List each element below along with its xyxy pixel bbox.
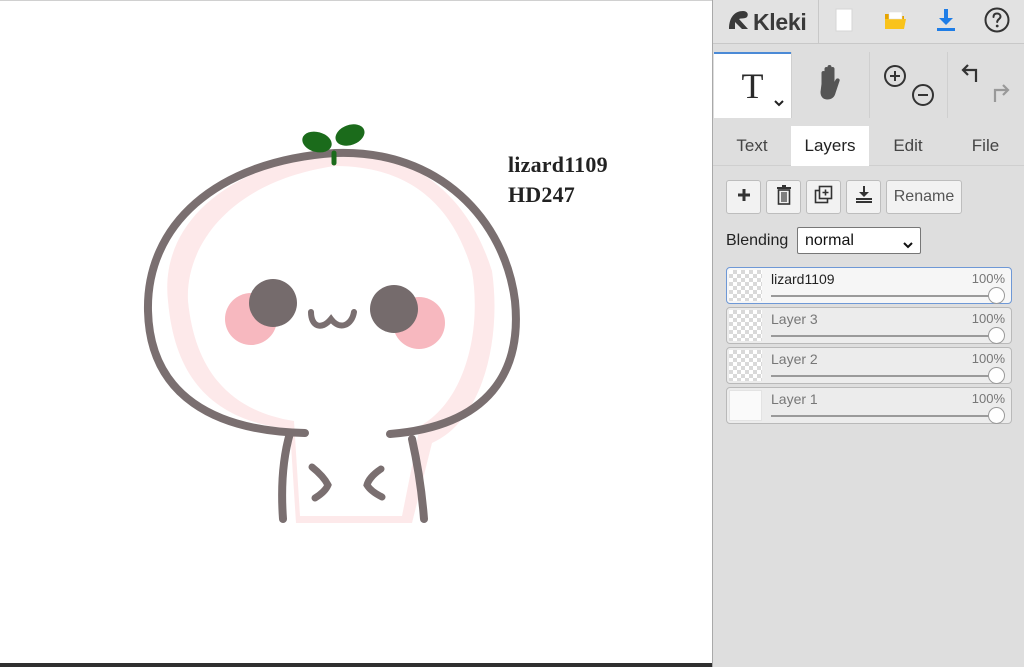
new-image-icon <box>834 8 854 37</box>
delete-layer-button[interactable] <box>766 180 801 214</box>
duplicate-layer-icon <box>814 185 834 210</box>
zoom-tool <box>870 52 947 118</box>
add-layer-icon <box>736 187 752 208</box>
redo-icon[interactable] <box>988 82 1012 111</box>
duplicate-layer-button[interactable] <box>806 180 841 214</box>
hand-tool-button[interactable] <box>792 52 869 118</box>
zoom-in-icon[interactable] <box>883 64 907 93</box>
tool-row: T <box>713 52 1024 118</box>
layer-item-layer-3[interactable]: Layer 3 100% <box>726 307 1012 344</box>
kleki-logo-icon <box>725 7 751 38</box>
opacity-slider-handle[interactable] <box>988 407 1005 424</box>
opacity-slider-handle[interactable] <box>988 327 1005 344</box>
layer-item-layer-1[interactable]: Layer 1 100% <box>726 387 1012 424</box>
layer-opacity-value: 100% <box>971 271 1005 286</box>
canvas-text-line-2: HD247 <box>508 182 575 207</box>
opacity-slider-track[interactable] <box>771 335 1003 337</box>
layer-thumbnail <box>729 310 762 341</box>
layer-thumbnail <box>729 390 762 421</box>
panel-tabs: Text Layers Edit File <box>713 126 1024 166</box>
add-layer-button[interactable] <box>726 180 761 214</box>
blending-mode-value: normal <box>805 231 854 249</box>
chevron-down-icon[interactable] <box>773 94 785 112</box>
opacity-slider-handle[interactable] <box>988 367 1005 384</box>
merge-down-button[interactable] <box>846 180 881 214</box>
layer-name: Layer 3 <box>771 311 818 327</box>
blending-label: Blending <box>726 232 789 249</box>
layer-item-layer-2[interactable]: Layer 2 100% <box>726 347 1012 384</box>
canvas-text-layer[interactable]: lizard1109 HD247 <box>508 150 608 210</box>
sidebar: Kleki T Text Layers Edit File Rename Ble… <box>712 0 1024 667</box>
open-folder-icon <box>882 8 908 37</box>
text-tool-button[interactable]: T <box>714 52 791 118</box>
delete-layer-icon <box>775 184 793 210</box>
layer-opacity-value: 100% <box>971 391 1005 406</box>
topbar-divider <box>818 0 819 44</box>
merge-down-icon <box>854 185 874 210</box>
bottom-strip <box>0 663 712 667</box>
open-image-button[interactable] <box>879 6 911 38</box>
layer-name: Layer 2 <box>771 351 818 367</box>
app-name: Kleki <box>753 8 807 35</box>
layer-name: lizard1109 <box>771 271 835 287</box>
top-bar: Kleki <box>713 0 1024 44</box>
opacity-slider-handle[interactable] <box>988 287 1005 304</box>
layer-item-lizard1109[interactable]: lizard1109 100% <box>726 267 1012 304</box>
rename-layer-button[interactable]: Rename <box>886 180 962 214</box>
text-tool-icon: T <box>741 66 764 106</box>
help-button[interactable] <box>981 6 1013 38</box>
layer-thumbnail <box>729 350 762 381</box>
blending-mode-select[interactable]: normal <box>797 227 921 254</box>
undo-icon[interactable] <box>959 62 983 91</box>
layer-thumbnail <box>729 270 762 301</box>
sprout-leaf-right <box>335 124 365 146</box>
tab-edit[interactable]: Edit <box>869 126 947 166</box>
layers-panel: Rename Blending normal lizard1109 100% L… <box>713 166 1024 666</box>
new-image-button[interactable] <box>828 6 860 38</box>
history-tool <box>948 52 1024 118</box>
tab-layers[interactable]: Layers <box>791 126 869 166</box>
layer-opacity-value: 100% <box>971 311 1005 326</box>
opacity-slider-track[interactable] <box>771 415 1003 417</box>
help-icon <box>983 6 1011 39</box>
tab-file[interactable]: File <box>947 126 1024 166</box>
opacity-slider-track[interactable] <box>771 375 1003 377</box>
download-icon <box>934 7 958 38</box>
left-eye <box>249 279 297 327</box>
save-image-button[interactable] <box>930 6 962 38</box>
zoom-out-icon[interactable] <box>911 83 935 112</box>
canvas-text-line-1: lizard1109 <box>508 152 608 177</box>
kleki-logo[interactable]: Kleki <box>725 6 807 38</box>
layer-opacity-value: 100% <box>971 351 1005 366</box>
app-window: lizard1109 HD247 Kleki T Text Layers Edi… <box>0 0 1024 667</box>
drawing-canvas[interactable]: lizard1109 HD247 <box>0 0 712 663</box>
left-arm <box>278 429 294 523</box>
tab-text[interactable]: Text <box>713 126 791 166</box>
hand-icon <box>814 64 848 107</box>
canvas-drawing <box>143 124 520 523</box>
right-eye <box>370 285 418 333</box>
chevron-down-icon <box>902 236 914 254</box>
opacity-slider-track[interactable] <box>771 295 1003 297</box>
layer-name: Layer 1 <box>771 391 818 407</box>
